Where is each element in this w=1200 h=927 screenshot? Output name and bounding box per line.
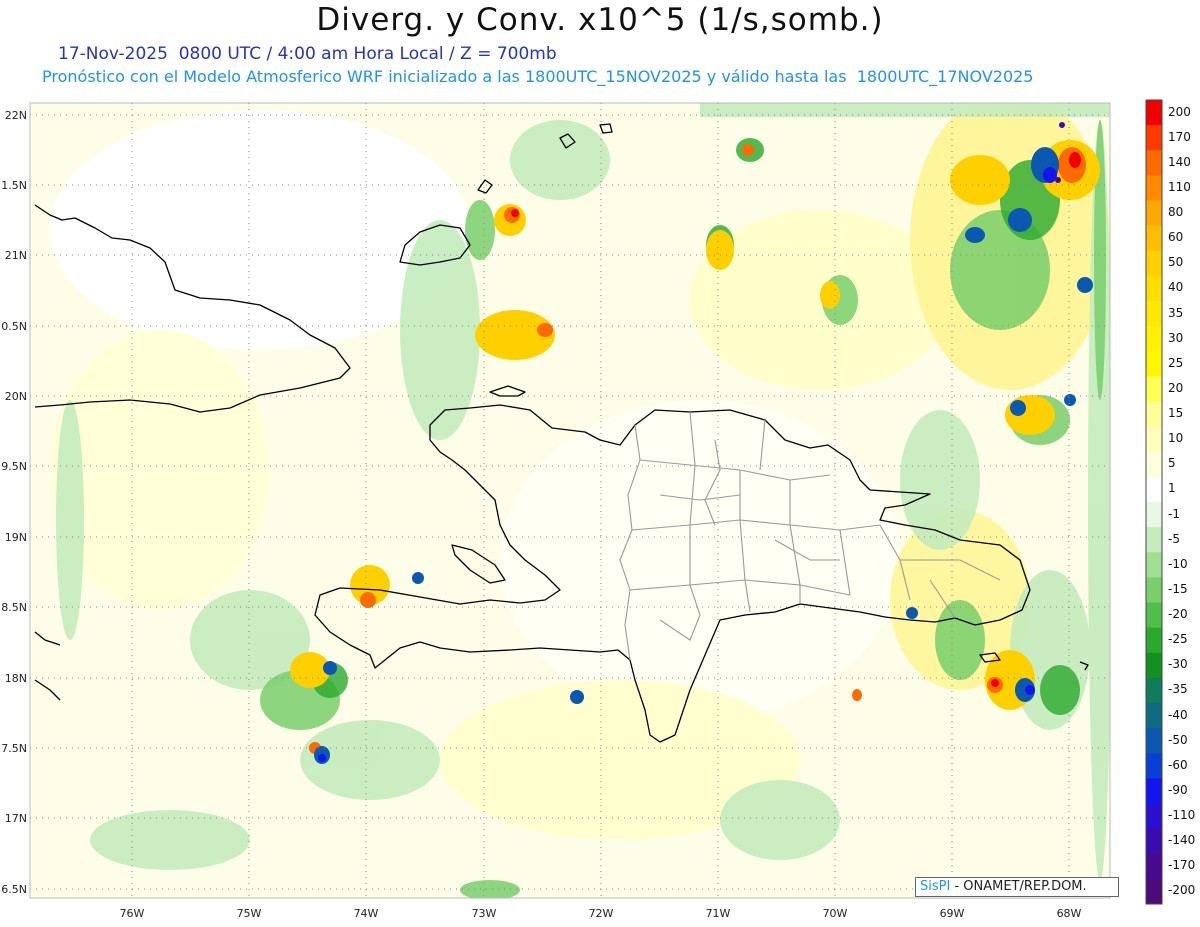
credit-text: - ONAMET/REP.DOM. xyxy=(950,879,1087,894)
colorbar-swatch xyxy=(1146,803,1162,830)
lon-label: 72W xyxy=(589,907,614,920)
colorbar-label: 60 xyxy=(1168,230,1184,245)
colorbar-label: 1 xyxy=(1168,481,1176,496)
lon-label: 71W xyxy=(706,907,731,920)
lon-label: 73W xyxy=(472,907,497,920)
lon-label: 75W xyxy=(237,907,262,920)
colorbar-swatch xyxy=(1146,225,1162,252)
colorbar-swatch xyxy=(1146,527,1162,553)
colorbar-label: 140 xyxy=(1168,154,1191,169)
colorbar-label: 10 xyxy=(1168,431,1184,446)
credit-box: SisPI - ONAMET/REP.DOM. xyxy=(915,877,1119,897)
colorbar-swatch xyxy=(1146,376,1162,402)
lat-label: 21N xyxy=(5,249,27,262)
colorbar-label: -35 xyxy=(1168,682,1188,697)
lat-label: 7.5N xyxy=(1,742,27,755)
colorbar-label: -170 xyxy=(1168,858,1196,873)
lat-label: 1.5N xyxy=(1,179,27,192)
colorbar-label: 170 xyxy=(1168,129,1191,144)
colorbar-label: 15 xyxy=(1168,406,1184,421)
colorbar-label: 200 xyxy=(1168,104,1191,119)
colorbar-swatch xyxy=(1146,728,1162,754)
colorbar-label: 35 xyxy=(1168,305,1184,320)
lat-label: 17N xyxy=(5,812,27,825)
colorbar-label: -30 xyxy=(1168,657,1188,672)
colorbar-label: -25 xyxy=(1168,632,1188,647)
sispi-logo: SisPI xyxy=(920,879,951,894)
colorbar-swatch xyxy=(1146,351,1162,377)
colorbar-label: 5 xyxy=(1168,456,1176,471)
lat-label: 22N xyxy=(5,109,27,122)
colorbar-swatch xyxy=(1146,703,1162,729)
lat-label: 8.5N xyxy=(1,601,27,614)
colorbar-swatch xyxy=(1146,652,1162,679)
colorbar-label: 40 xyxy=(1168,280,1184,295)
colorbar-label: 110 xyxy=(1168,179,1191,194)
colorbar-swatch xyxy=(1146,100,1162,126)
lon-label: 74W xyxy=(354,907,379,920)
colorbar-label: -40 xyxy=(1168,707,1188,722)
colorbar-label: -1 xyxy=(1168,506,1180,521)
colorbar-swatch xyxy=(1146,175,1162,201)
colorbar-swatch xyxy=(1146,552,1162,578)
colorbar-swatch xyxy=(1146,778,1162,804)
colorbar-swatch xyxy=(1146,401,1162,428)
colorbar-label: 50 xyxy=(1168,255,1184,270)
colorbar-swatch xyxy=(1146,753,1162,779)
colorbar xyxy=(1145,99,1163,905)
colorbar-swatch xyxy=(1146,577,1162,603)
colorbar-swatch xyxy=(1146,627,1162,654)
lat-label: 19N xyxy=(5,531,27,544)
forecast-time-label: 17-Nov-2025 0800 UTC / 4:00 am Hora Loca… xyxy=(58,44,557,64)
colorbar-swatch xyxy=(1146,451,1162,478)
colorbar-swatch xyxy=(1146,476,1162,503)
model-info-label: Pronóstico con el Modelo Atmosferico WRF… xyxy=(42,67,1034,86)
colorbar-swatch xyxy=(1146,200,1162,227)
colorbar-swatch xyxy=(1146,150,1162,176)
lon-label: 70W xyxy=(823,907,848,920)
lat-label: 6.5N xyxy=(1,883,27,896)
lon-label: 69W xyxy=(940,907,965,920)
colorbar-swatch xyxy=(1146,853,1162,880)
colorbar-swatch xyxy=(1146,301,1162,327)
colorbar-swatch xyxy=(1146,275,1162,302)
divergence-map: 22N 1.5N 21N 0.5N 20N 9.5N 19N 8.5N 18N … xyxy=(1,99,1163,920)
colorbar-swatch xyxy=(1146,602,1162,629)
colorbar-label: 30 xyxy=(1168,330,1184,345)
lat-label: 0.5N xyxy=(1,320,27,333)
colorbar-label: 80 xyxy=(1168,205,1184,220)
colorbar-swatch xyxy=(1146,502,1162,528)
colorbar-label: -110 xyxy=(1168,808,1196,823)
colorbar-label: -5 xyxy=(1168,531,1180,546)
colorbar-swatch xyxy=(1146,250,1162,277)
colorbar-swatch xyxy=(1146,828,1162,855)
colorbar-label: -200 xyxy=(1168,883,1196,898)
colorbar-label: -10 xyxy=(1168,556,1188,571)
lat-label: 20N xyxy=(5,390,27,403)
colorbar-label: -140 xyxy=(1168,833,1196,848)
colorbar-swatch xyxy=(1146,878,1162,905)
colorbar-swatch xyxy=(1146,677,1162,704)
lat-label: 9.5N xyxy=(1,460,27,473)
colorbar-label: 25 xyxy=(1168,355,1184,370)
colorbar-label: -90 xyxy=(1168,782,1188,797)
chart-title: Diverg. y Conv. x10^5 (1/s,somb.) xyxy=(316,2,884,38)
lon-label: 76W xyxy=(120,907,145,920)
colorbar-swatch xyxy=(1146,326,1162,352)
colorbar-label: -20 xyxy=(1168,607,1188,622)
colorbar-label: -60 xyxy=(1168,757,1188,772)
colorbar-swatch xyxy=(1146,125,1162,151)
colorbar-swatch xyxy=(1146,426,1162,453)
colorbar-label: 20 xyxy=(1168,380,1184,395)
lat-label: 18N xyxy=(5,672,27,685)
colorbar-label: -50 xyxy=(1168,732,1188,747)
lon-label: 68W xyxy=(1057,907,1082,920)
colorbar-label: -15 xyxy=(1168,581,1188,596)
